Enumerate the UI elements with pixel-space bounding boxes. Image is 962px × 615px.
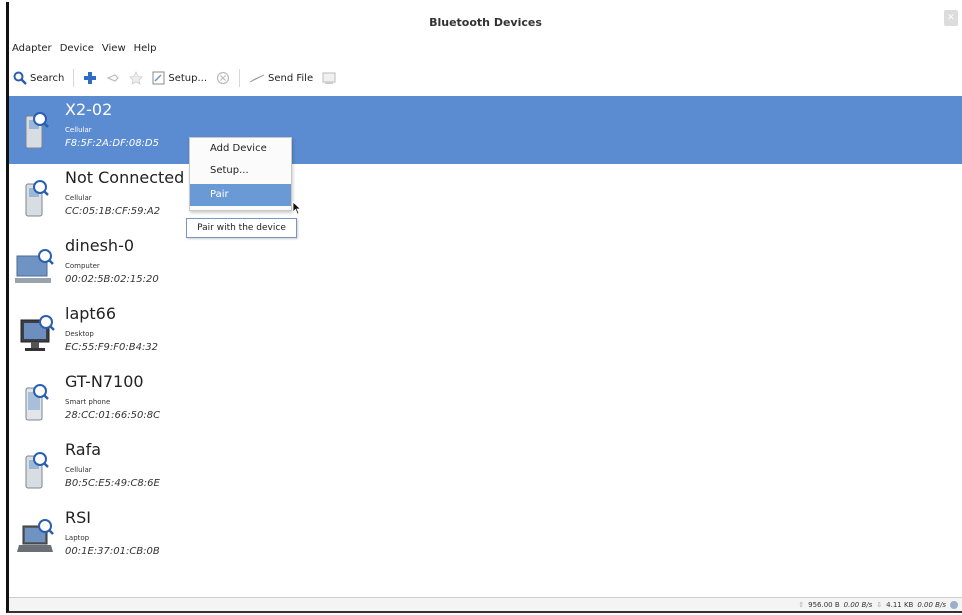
device-name: lapt66	[65, 304, 117, 323]
device-name: GT-N7100	[65, 372, 144, 391]
desktop-icon	[20, 315, 55, 351]
device-name: RSI	[65, 508, 91, 527]
context-menu-add-device[interactable]: Add Device	[190, 138, 291, 160]
setup-label: Setup...	[168, 72, 208, 84]
cancel-icon	[216, 71, 230, 85]
search-label: Search	[30, 72, 65, 84]
setup-button[interactable]: Setup...	[152, 71, 207, 85]
cellular-icon	[25, 180, 49, 217]
menu-adapter[interactable]: Adapter	[12, 40, 52, 58]
menu-view[interactable]: View	[102, 40, 126, 58]
context-menu: Add Device Setup... Pair	[189, 137, 292, 211]
setup-icon	[152, 71, 165, 85]
device-row[interactable]: Rafa Cellular B0:5C:E5:49:C8:6E	[9, 436, 962, 504]
status-bar: ⇧ 956.00 B 0.00 B/s ⇩ 4.11 KB 0.00 B/s	[9, 597, 962, 611]
toolbar-separator	[73, 69, 75, 87]
device-name: Not Connected	[65, 168, 185, 187]
device-type: Cellular	[65, 126, 92, 134]
device-row[interactable]: X2-02 Cellular F8:5F:2A:DF:08:D5	[9, 96, 962, 164]
download-total: 4.11 KB	[886, 600, 914, 609]
menu-bar: Adapter Device View Help	[9, 40, 156, 58]
search-button[interactable]: Search	[13, 71, 64, 85]
browse-device-button[interactable]	[322, 72, 336, 85]
device-row[interactable]: GT-N7100 Smart phone 28:CC:01:66:50:8C	[9, 368, 962, 436]
upload-arrow-icon: ⇧	[798, 600, 805, 609]
device-address: CC:05:1B:CF:59:A2	[65, 206, 161, 217]
remove-icon	[106, 74, 120, 82]
trust-device-button[interactable]	[129, 71, 144, 85]
send-file-icon	[249, 74, 265, 83]
bluetooth-devices-window: Bluetooth Devices ✕ Adapter Device View …	[6, 2, 962, 613]
device-address: B0:5C:E5:49:C8:6E	[65, 478, 160, 489]
status-info-icon	[950, 600, 958, 609]
device-type: Cellular	[65, 466, 92, 474]
toolbar-separator	[239, 69, 241, 87]
send-file-label: Send File	[268, 72, 314, 84]
menu-device[interactable]: Device	[60, 40, 94, 58]
star-icon	[129, 71, 144, 85]
upload-rate: 0.00 B/s	[843, 600, 873, 609]
device-type: Laptop	[65, 534, 90, 542]
device-list[interactable]: X2-02 Cellular F8:5F:2A:DF:08:D5 Not Con…	[9, 96, 962, 572]
device-row[interactable]: Not Connected Cellular CC:05:1B:CF:59:A2	[9, 164, 962, 232]
device-type: Computer	[65, 262, 100, 270]
download-rate: 0.00 B/s	[917, 600, 946, 609]
search-icon	[13, 71, 27, 85]
device-type: Desktop	[65, 330, 94, 338]
browse-icon	[322, 72, 336, 84]
computer-icon	[15, 249, 54, 283]
device-row[interactable]: lapt66 Desktop EC:55:F9:F0:B4:32	[9, 300, 962, 368]
device-address: 00:1E:37:01:CB:0B	[65, 546, 160, 557]
laptop-icon	[17, 519, 54, 552]
device-address: 00:02:5B:02:15:20	[65, 274, 159, 285]
send-file-button[interactable]: Send File	[249, 72, 313, 84]
device-type: Cellular	[65, 194, 92, 202]
cellular-icon	[25, 452, 49, 489]
context-menu-setup[interactable]: Setup...	[190, 160, 291, 182]
add-device-button[interactable]	[83, 71, 97, 85]
remove-device-button[interactable]	[106, 71, 120, 85]
menu-help[interactable]: Help	[134, 40, 157, 58]
mouse-cursor-icon	[292, 201, 302, 215]
smartphone-icon	[25, 384, 49, 421]
window-title: Bluetooth Devices	[429, 16, 542, 29]
device-row[interactable]: dinesh-0 Computer 00:02:5B:02:15:20	[9, 232, 962, 300]
cancel-button[interactable]	[216, 71, 230, 85]
upload-total: 956.00 B	[808, 600, 840, 609]
context-menu-pair[interactable]: Pair	[190, 184, 291, 206]
cellular-icon	[25, 112, 49, 149]
close-icon[interactable]: ✕	[944, 10, 958, 26]
device-name: Rafa	[65, 440, 102, 459]
device-name: X2-02	[65, 100, 113, 119]
device-name: dinesh-0	[65, 236, 135, 255]
device-address: 28:CC:01:66:50:8C	[65, 410, 161, 421]
device-address: EC:55:F9:F0:B4:32	[65, 342, 159, 353]
download-arrow-icon: ⇩	[876, 600, 883, 609]
title-bar: Bluetooth Devices	[9, 2, 962, 36]
tooltip: Pair with the device	[186, 218, 297, 238]
add-icon	[84, 72, 97, 84]
device-type: Smart phone	[65, 398, 111, 406]
device-row[interactable]: RSI Laptop 00:1E:37:01:CB:0B	[9, 504, 962, 572]
device-address: F8:5F:2A:DF:08:D5	[65, 138, 159, 149]
toolbar: Search Setup... Send File	[9, 65, 962, 91]
